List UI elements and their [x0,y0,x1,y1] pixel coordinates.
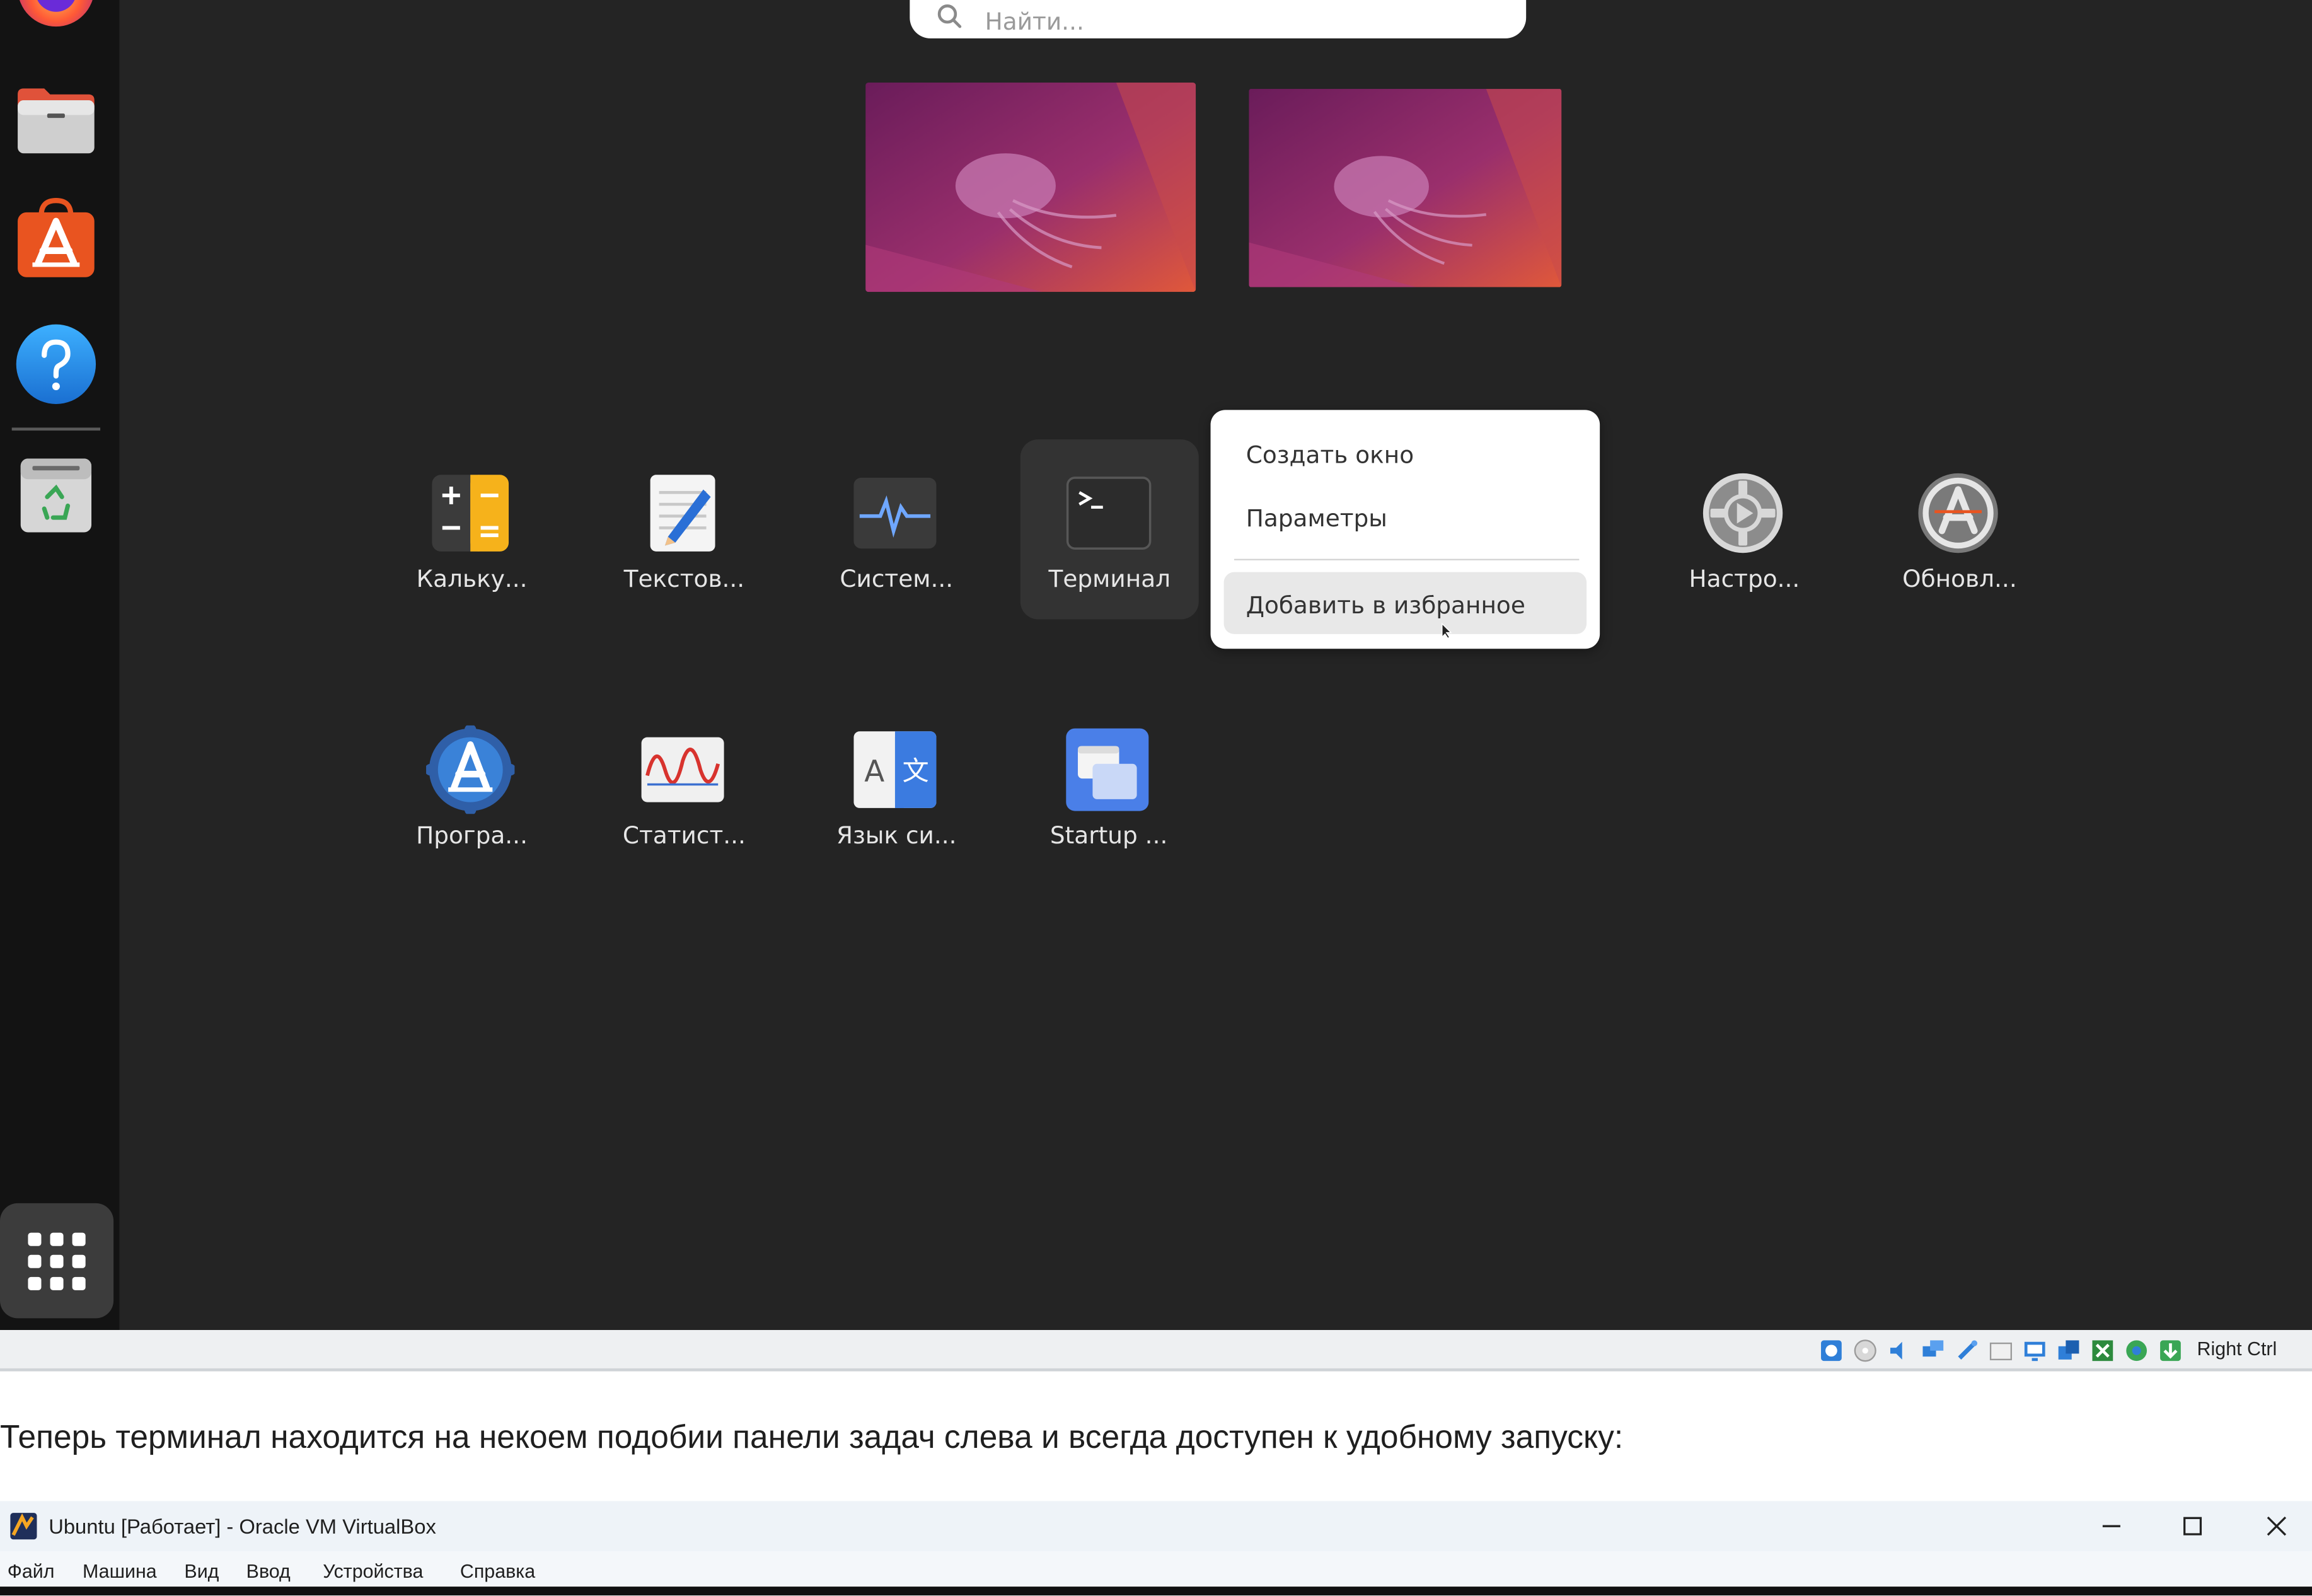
app-software-properties[interactable]: Програ... [379,696,565,876]
app-label: Статист... [622,821,746,850]
article-paragraph: Теперь терминал находится на некоем подо… [0,1418,1624,1455]
menu-file[interactable]: Файл [8,1560,55,1582]
vt-x-icon[interactable] [2089,1338,2116,1364]
grid-icon [28,1232,86,1290]
menu-item-add-favorite[interactable]: Добавить в избранное [1246,591,1525,619]
app-label: Терминал [1048,564,1171,593]
workspace-thumbnail-2[interactable] [1249,88,1562,287]
menu-item-details[interactable]: Параметры [1246,504,1387,532]
app-context-menu: Создать окно Параметры Добавить в избран… [1210,410,1600,649]
app-label: Язык си... [836,821,957,850]
shared-folders-icon[interactable] [1987,1338,2014,1364]
app-label: Обновл... [1902,564,2017,593]
show-apps-button[interactable] [0,1203,114,1319]
help-icon[interactable] [14,323,97,405]
terminal-icon [1066,477,1152,550]
app-power-statistics[interactable]: Статист... [591,696,777,876]
software-updater-icon [1918,473,1998,553]
search-icon [937,4,962,28]
maximize-icon[interactable] [2179,1513,2205,1539]
svg-text:A: A [864,755,884,789]
status-indicators [1818,1338,2183,1364]
system-monitor-icon [853,477,937,549]
app-label: Програ... [416,821,528,850]
app-label: Текстов... [623,564,745,593]
app-settings[interactable]: Настро... [1651,439,1837,619]
app-label: Кальку... [416,564,528,593]
app-software-updater[interactable]: Обновл... [1867,439,2053,619]
trash-icon[interactable] [14,453,97,535]
search-input[interactable]: Найти... [985,8,1084,35]
language-support-icon: A 文 [853,731,937,808]
host-key-label: Right Ctrl [2197,1337,2277,1360]
app-calculator[interactable]: Кальку... [379,439,565,619]
virtualbox-menubar: Файл Машина Вид Ввод Устройства Справка [0,1551,2312,1587]
menu-machine[interactable]: Машина [83,1560,157,1582]
mouse-integration-icon[interactable] [2157,1338,2183,1364]
dock-separator [11,427,101,431]
calculator-icon [432,475,509,552]
optical-drive-icon[interactable] [1852,1338,1878,1364]
menu-help[interactable]: Справка [460,1560,535,1582]
network-icon[interactable] [1920,1338,1946,1364]
vm-screen-edge [0,1587,2312,1596]
menu-item-new-window[interactable]: Создать окно [1246,441,1414,468]
workspace-thumbnail-1[interactable] [865,83,1196,292]
app-label: Настро... [1689,564,1800,593]
ubuntu-dock [0,0,120,1331]
virtualbox-window-titlebar[interactable]: Ubuntu [Работает] - Oracle VM VirtualBox [0,1501,2312,1551]
app-language-support[interactable]: A 文 Язык си... [804,696,990,876]
guest-additions-icon[interactable] [2124,1338,2150,1364]
files-icon[interactable] [14,79,97,162]
menu-devices[interactable]: Устройства [323,1560,423,1582]
app-center-icon[interactable] [14,197,97,280]
svg-text:文: 文 [903,755,929,786]
app-label: Startup ... [1049,821,1168,850]
mouse-cursor-icon [1442,622,1452,640]
app-terminal[interactable]: Терминал [1020,439,1199,620]
app-label: Систем... [840,564,954,593]
audio-icon[interactable] [1886,1338,1912,1364]
menu-separator [1234,558,1580,560]
app-startup-disk-creator[interactable]: Startup ... [1016,696,1202,876]
virtualbox-logo-icon [10,1513,37,1540]
window-title: Ubuntu [Работает] - Oracle VM VirtualBox [49,1514,436,1538]
vm-guest-screen[interactable]: Найти... Кальку... Текстов... Систем... … [0,0,2312,1331]
overview-search[interactable]: Найти... [910,0,1527,38]
menu-view[interactable]: Вид [184,1560,219,1582]
video-capture-icon[interactable] [2055,1338,2082,1364]
power-statistics-icon [641,737,724,802]
firefox-icon[interactable] [14,0,97,30]
startup-disk-icon [1066,728,1149,811]
minimize-icon[interactable] [2098,1513,2125,1539]
app-text-editor[interactable]: Текстов... [591,439,777,619]
software-properties-icon [426,725,515,814]
close-icon[interactable] [2263,1513,2290,1539]
settings-icon [1702,473,1783,553]
menu-input[interactable]: Ввод [246,1560,291,1582]
hard-disk-icon[interactable] [1818,1338,1844,1364]
text-editor-icon [650,475,715,552]
usb-icon[interactable] [1954,1338,1980,1364]
display-icon[interactable] [2021,1338,2048,1364]
virtualbox-status-bar: Right Ctrl [0,1330,2312,1372]
app-system-monitor[interactable]: Систем... [804,439,990,619]
